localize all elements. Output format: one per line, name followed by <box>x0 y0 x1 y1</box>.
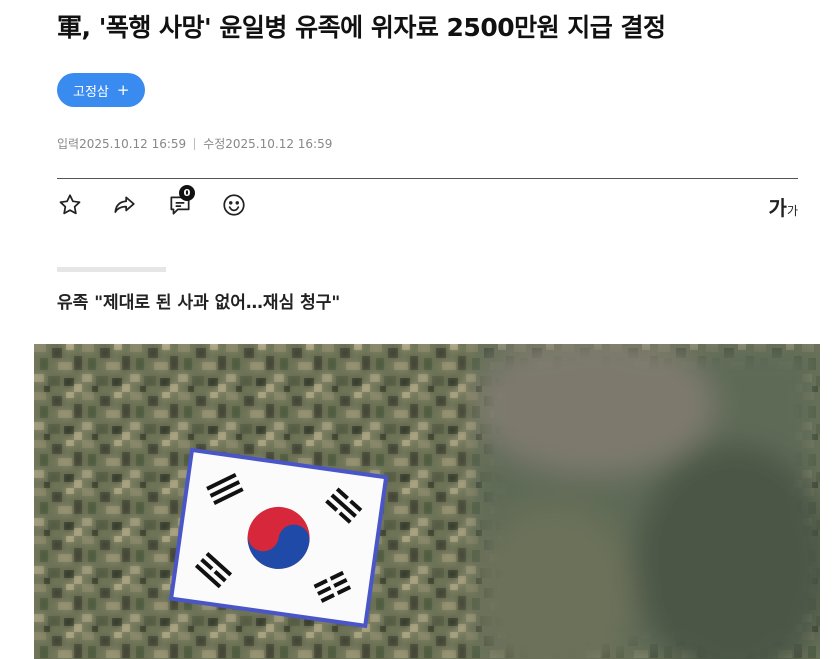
font-size-button[interactable]: 가가 <box>769 192 798 221</box>
font-size-label-big: 가 <box>768 196 787 220</box>
font-size-label-small: 가 <box>786 204 798 218</box>
article-toolbar: 0 가가 <box>57 185 798 222</box>
article-photo-soldier-flag-patch <box>34 344 820 659</box>
article-subtitle: 유족 "제대로 된 사과 없어…재심 청구" <box>57 293 341 313</box>
subtitle-accent-bar <box>57 267 166 272</box>
toolbar-divider <box>57 178 798 179</box>
article-headline: 軍, '폭행 사망' 윤일병 유족에 위자료 2500만원 지급 결정 <box>57 13 666 42</box>
author-follow-button[interactable]: 고정삼 + <box>57 73 146 107</box>
author-name: 고정삼 <box>73 84 109 100</box>
plus-icon: + <box>116 81 130 99</box>
share-icon[interactable] <box>111 192 137 218</box>
input-date: 입력2025.10.12 16:59 <box>57 137 187 151</box>
comment-count-badge: 0 <box>179 185 195 201</box>
article-dates: 입력2025.10.12 16:59 수정2025.10.12 16:59 <box>57 135 332 152</box>
star-icon[interactable] <box>57 192 83 218</box>
date-divider <box>194 137 196 150</box>
emoji-icon[interactable] <box>221 192 247 218</box>
modified-date: 수정2025.10.12 16:59 <box>203 137 333 151</box>
comment-icon[interactable]: 0 <box>167 185 195 218</box>
